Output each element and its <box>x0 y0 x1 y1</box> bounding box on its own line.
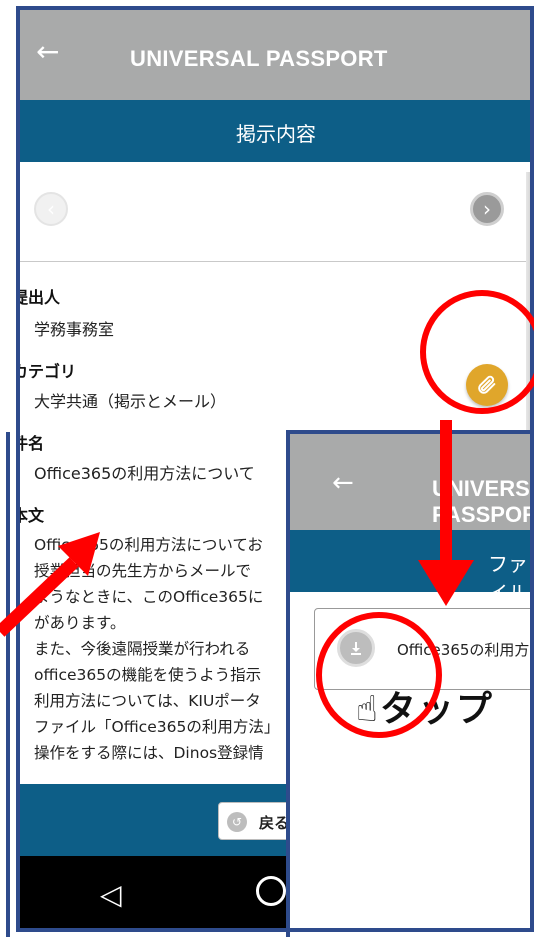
back-button-label: 戻る <box>259 814 290 832</box>
subject-label: 件名 <box>18 434 45 453</box>
chevron-left-circle-icon[interactable]: ‹ <box>34 192 68 226</box>
app-bar: ← UNIVERSAL PASSPORT <box>18 8 534 100</box>
file-name: Office365の利用方法 <box>397 641 534 659</box>
section-header: 掲示内容 <box>18 100 534 162</box>
left-screenshot-fragment <box>0 432 10 937</box>
paperclip-icon[interactable] <box>466 364 508 406</box>
category-value: 大学共通（掲示とメール） <box>34 392 227 411</box>
sender-label: 提出人 <box>18 288 61 307</box>
subject-value: Office365の利用方法について <box>34 464 255 483</box>
arrow-left-icon[interactable]: ← <box>332 470 354 496</box>
phone-screen-overlay: ← UNIVERSAL PASSPORT ファイル Office365の利用方法… <box>286 430 534 937</box>
category-label: カテゴリ <box>18 362 77 381</box>
chevron-right-circle-icon[interactable]: › <box>470 192 504 226</box>
file-list-item[interactable]: Office365の利用方法 <box>314 608 534 690</box>
section-title: 掲示内容 <box>236 122 316 146</box>
app-title: UNIVERSAL PASSPORT <box>130 46 388 71</box>
circle-home-icon[interactable] <box>256 876 286 906</box>
return-icon: ↺ <box>227 812 247 832</box>
pager: ‹ › <box>18 162 534 262</box>
overlay-app-bar: ← UNIVERSAL PASSPORT <box>286 430 534 530</box>
download-icon[interactable] <box>337 629 375 667</box>
arrow-left-icon[interactable]: ← <box>36 38 59 66</box>
overlay-section-header: ファイル <box>286 530 534 605</box>
triangle-back-icon[interactable]: ◁ <box>100 878 122 911</box>
tap-instruction: ☝タップ <box>356 689 494 730</box>
body-label: 本文 <box>18 506 45 525</box>
overlay-app-title: UNIVERSAL PASSPORT <box>432 476 534 527</box>
overlay-section-title: ファイル <box>488 552 528 605</box>
sender-value: 学務事務室 <box>34 320 115 339</box>
